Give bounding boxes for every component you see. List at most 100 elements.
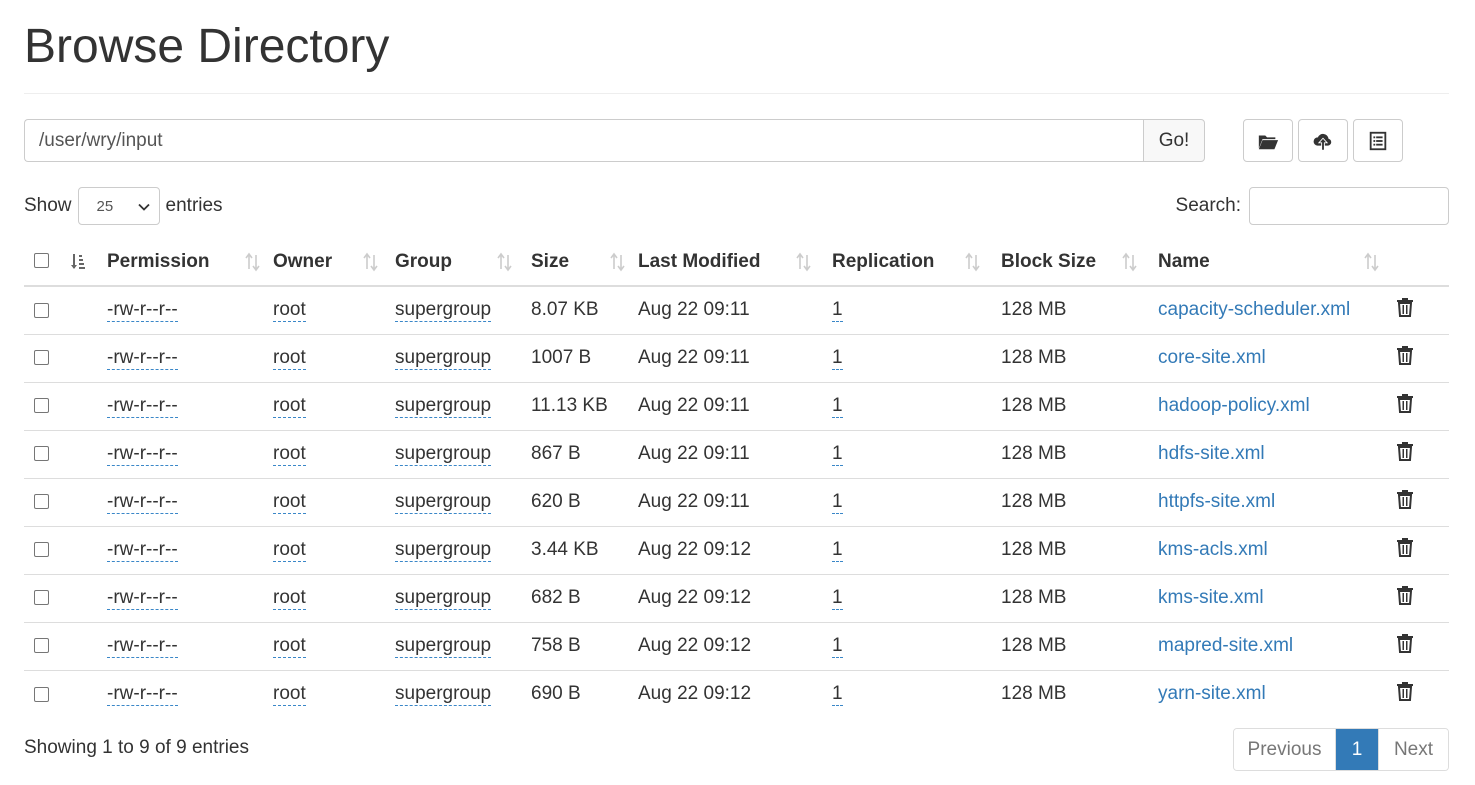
page-1-button[interactable]: 1 — [1336, 729, 1378, 770]
create-directory-button[interactable] — [1243, 119, 1293, 162]
owner-value[interactable]: root — [273, 395, 306, 418]
row-select-cell — [24, 526, 60, 575]
sort-column-header[interactable] — [60, 238, 107, 287]
owner-value[interactable]: root — [273, 443, 306, 466]
header-replication[interactable]: Replication — [832, 238, 1001, 287]
permission-value[interactable]: -rw-r--r-- — [107, 347, 178, 370]
permission-value[interactable]: -rw-r--r-- — [107, 587, 178, 610]
folder-open-icon — [1258, 135, 1279, 149]
header-size[interactable]: Size — [531, 238, 638, 287]
header-name[interactable]: Name — [1158, 238, 1394, 287]
cloud-upload-icon — [1313, 133, 1332, 151]
file-name-link[interactable]: kms-site.xml — [1158, 587, 1264, 608]
search-input[interactable] — [1249, 187, 1449, 225]
row-checkbox[interactable] — [34, 398, 49, 414]
row-spacer — [60, 622, 107, 671]
replication-value[interactable]: 1 — [832, 683, 843, 707]
go-button[interactable]: Go! — [1143, 119, 1205, 162]
replication-value[interactable]: 1 — [832, 347, 843, 370]
header-block-size[interactable]: Block Size — [1001, 238, 1158, 287]
file-name-link[interactable]: hadoop-policy.xml — [1158, 395, 1310, 416]
sort-icon — [610, 252, 625, 271]
size-cell: 758 B — [531, 622, 638, 671]
permission-value[interactable]: -rw-r--r-- — [107, 299, 178, 323]
row-checkbox[interactable] — [34, 302, 49, 318]
group-value[interactable]: supergroup — [395, 683, 492, 707]
delete-button[interactable] — [1396, 441, 1414, 461]
delete-button[interactable] — [1396, 345, 1414, 365]
permission-cell: -rw-r--r-- — [107, 334, 273, 383]
delete-button[interactable] — [1396, 633, 1414, 653]
group-value[interactable]: supergroup — [395, 491, 492, 514]
select-all-checkbox[interactable] — [34, 252, 49, 268]
header-group[interactable]: Group — [395, 238, 531, 287]
size-cell: 690 B — [531, 683, 581, 705]
row-spacer — [60, 574, 107, 623]
row-spacer — [60, 526, 107, 575]
delete-button[interactable] — [1396, 297, 1414, 318]
owner-value[interactable]: root — [273, 539, 306, 562]
group-value[interactable]: supergroup — [395, 539, 492, 562]
file-name-link[interactable]: capacity-scheduler.xml — [1158, 299, 1350, 320]
replication-value[interactable]: 1 — [832, 587, 843, 610]
delete-button[interactable] — [1396, 585, 1414, 605]
replication-value[interactable]: 1 — [832, 635, 843, 658]
row-checkbox[interactable] — [34, 638, 49, 654]
header-permission[interactable]: Permission — [107, 238, 273, 287]
row-checkbox[interactable] — [34, 494, 49, 510]
row-checkbox[interactable] — [34, 446, 49, 462]
owner-value[interactable]: root — [273, 491, 306, 514]
group-value[interactable]: supergroup — [395, 443, 492, 466]
next-page-button[interactable]: Next — [1378, 729, 1448, 770]
entries-length-control: Show 25 entries — [24, 186, 223, 226]
permission-cell: -rw-r--r-- — [107, 430, 273, 479]
owner-value[interactable]: root — [273, 683, 306, 707]
row-checkbox[interactable] — [34, 686, 49, 702]
file-name-link[interactable]: httpfs-site.xml — [1158, 491, 1275, 512]
permission-value[interactable]: -rw-r--r-- — [107, 635, 178, 658]
sort-icon — [1364, 252, 1379, 271]
replication-value[interactable]: 1 — [832, 491, 843, 514]
row-checkbox[interactable] — [34, 590, 49, 606]
group-value[interactable]: supergroup — [395, 395, 492, 418]
replication-value[interactable]: 1 — [832, 395, 843, 418]
search-label: Search: — [1175, 195, 1241, 216]
replication-value[interactable]: 1 — [832, 443, 843, 466]
replication-value[interactable]: 1 — [832, 299, 843, 323]
upload-button[interactable] — [1298, 119, 1348, 162]
file-name-link[interactable]: hdfs-site.xml — [1158, 443, 1265, 464]
group-value[interactable]: supergroup — [395, 347, 492, 370]
owner-value[interactable]: root — [273, 587, 306, 610]
row-checkbox[interactable] — [34, 350, 49, 366]
owner-cell: root — [273, 286, 395, 335]
group-value[interactable]: supergroup — [395, 299, 492, 323]
file-name-link[interactable]: core-site.xml — [1158, 347, 1266, 368]
replication-value[interactable]: 1 — [832, 539, 843, 562]
group-value[interactable]: supergroup — [395, 635, 492, 658]
file-name-link[interactable]: kms-acls.xml — [1158, 539, 1268, 560]
permission-value[interactable]: -rw-r--r-- — [107, 491, 178, 514]
permission-value[interactable]: -rw-r--r-- — [107, 683, 178, 707]
owner-value[interactable]: root — [273, 635, 306, 658]
entries-select[interactable]: 25 — [77, 187, 160, 225]
delete-button[interactable] — [1396, 681, 1414, 702]
permission-value[interactable]: -rw-r--r-- — [107, 395, 178, 418]
row-select-cell — [24, 574, 60, 623]
header-owner[interactable]: Owner — [273, 238, 395, 287]
group-value[interactable]: supergroup — [395, 587, 492, 610]
permission-value[interactable]: -rw-r--r-- — [107, 539, 178, 562]
owner-value[interactable]: root — [273, 347, 306, 370]
delete-button[interactable] — [1396, 489, 1414, 509]
permission-cell: -rw-r--r-- — [107, 286, 273, 335]
delete-button[interactable] — [1396, 393, 1414, 413]
file-name-link[interactable]: mapred-site.xml — [1158, 635, 1293, 656]
permission-value[interactable]: -rw-r--r-- — [107, 443, 178, 466]
file-name-link[interactable]: yarn-site.xml — [1158, 683, 1266, 704]
previous-page-button[interactable]: Previous — [1234, 729, 1336, 770]
cut-paste-button[interactable] — [1353, 119, 1403, 162]
row-checkbox[interactable] — [34, 542, 49, 558]
header-last-modified[interactable]: Last Modified — [638, 238, 832, 287]
delete-button[interactable] — [1396, 537, 1414, 557]
owner-value[interactable]: root — [273, 299, 306, 323]
path-input[interactable] — [24, 119, 1144, 162]
